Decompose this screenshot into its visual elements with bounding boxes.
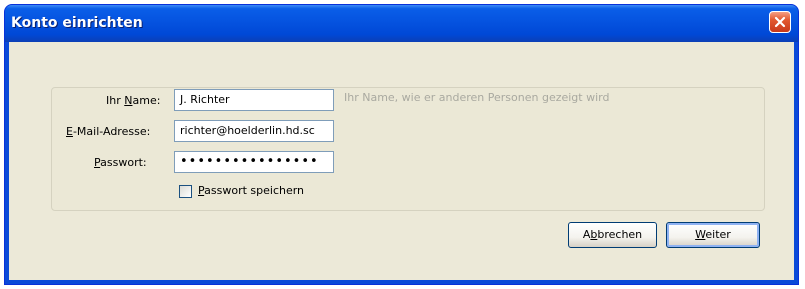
dialog-window: Konto einrichten Ihr Name: J. Richter Ih… [4, 4, 799, 285]
password-input[interactable]: •••••••••••••••• [174, 151, 334, 173]
email-label-accesskey: E [66, 125, 73, 138]
name-hint: Ihr Name, wie er anderen Personen gezeig… [344, 91, 610, 104]
email-label: E-Mail-Adresse: [66, 125, 150, 138]
close-icon [774, 16, 786, 28]
cancel-label-post: brechen [597, 228, 643, 241]
name-label-pre: Ihr [106, 94, 125, 107]
save-password-label[interactable]: Passwort speichern [198, 184, 304, 197]
email-input[interactable]: richter@hoelderlin.hd.sc [174, 120, 334, 142]
cancel-button[interactable]: Abbrechen [568, 222, 657, 248]
next-label-post: eiter [705, 228, 731, 241]
next-button[interactable]: Weiter [666, 222, 760, 248]
save-password-checkbox[interactable] [179, 185, 192, 198]
window-title: Konto einrichten [11, 15, 143, 31]
name-input[interactable]: J. Richter [174, 89, 334, 111]
password-label: Passwort: [94, 156, 147, 169]
next-accesskey: W [695, 228, 706, 241]
dialog-content: Ihr Name: J. Richter Ihr Name, wie er an… [9, 42, 794, 280]
save-password-label-post: asswort speichern [204, 184, 305, 197]
email-label-post: -Mail-Adresse: [72, 125, 151, 138]
close-button[interactable] [769, 11, 791, 33]
password-label-post: asswort: [100, 156, 147, 169]
name-label: Ihr Name: [106, 94, 160, 107]
title-bar[interactable]: Konto einrichten [5, 5, 798, 42]
name-label-post: ame: [132, 94, 161, 107]
